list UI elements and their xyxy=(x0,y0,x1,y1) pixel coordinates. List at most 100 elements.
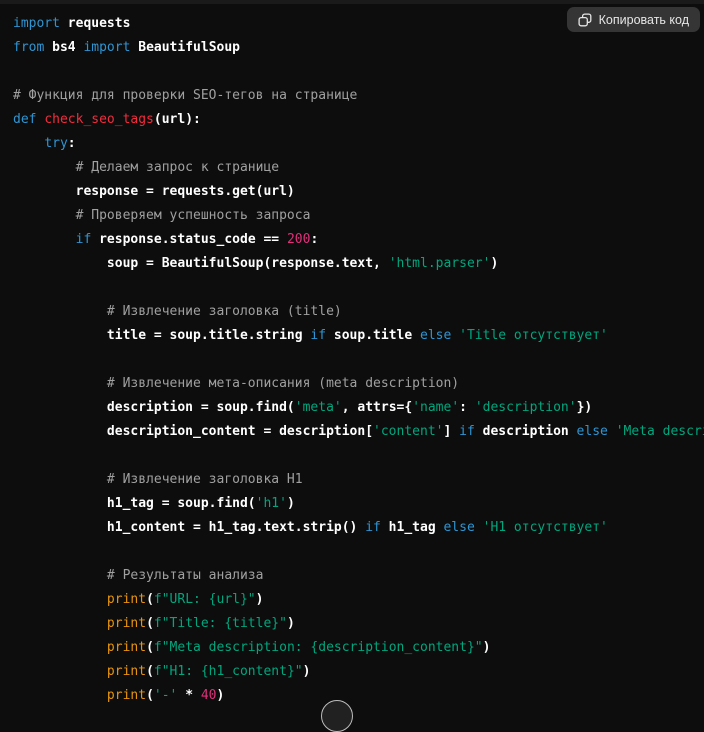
token-kw: if xyxy=(459,424,475,439)
token-pl xyxy=(475,520,483,535)
token-pl: * xyxy=(177,688,200,703)
token-pl: ) xyxy=(256,592,264,607)
token-bi: print xyxy=(107,664,146,679)
token-bi: print xyxy=(107,640,146,655)
code-line: # Извлечение мета-описания (meta descrip… xyxy=(13,372,704,396)
token-str: 'Meta description отсутствует' xyxy=(616,424,704,439)
copy-button-label: Копировать код xyxy=(599,13,689,27)
token-pl: : xyxy=(68,136,76,151)
code-line: # Функция для проверки SEO-тегов на стра… xyxy=(13,84,704,108)
token-str: 'meta' xyxy=(295,400,342,415)
token-cm: # Функция для проверки SEO-тегов на стра… xyxy=(13,88,357,103)
token-pl: ) xyxy=(490,256,498,271)
token-num: 200 xyxy=(287,232,310,247)
token-pl: description xyxy=(475,424,577,439)
scroll-down-button[interactable] xyxy=(321,700,353,732)
code-line: def check_seo_tags(url): xyxy=(13,108,704,132)
token-pl: h1_tag = soup.find( xyxy=(13,496,256,511)
token-pl: : xyxy=(310,232,318,247)
code-line: # Проверяем успешность запроса xyxy=(13,204,704,228)
token-pl: ( xyxy=(146,688,154,703)
token-str: 'html.parser' xyxy=(389,256,491,271)
code-line: try: xyxy=(13,132,704,156)
token-pl: : xyxy=(459,400,475,415)
token-kw: else xyxy=(443,520,474,535)
code-line: # Извлечение заголовка H1 xyxy=(13,468,704,492)
code-line: # Извлечение заголовка (title) xyxy=(13,300,704,324)
token-pl: (url): xyxy=(154,112,201,127)
token-pl: title = soup.title.string xyxy=(13,328,310,343)
token-pl: h1_tag xyxy=(381,520,444,535)
token-pl xyxy=(13,616,107,631)
token-cm: # Делаем запрос к странице xyxy=(13,160,279,175)
token-fn: check_seo_tags xyxy=(44,112,154,127)
code-line: print(f"Title: {title}") xyxy=(13,612,704,636)
code-line xyxy=(13,60,704,84)
token-pl: ( xyxy=(146,640,154,655)
token-pl: ) xyxy=(483,640,491,655)
token-str: 'H1 отсутствует' xyxy=(483,520,608,535)
code-line: print(f"URL: {url}") xyxy=(13,588,704,612)
token-pl: ) xyxy=(303,664,311,679)
code-line: title = soup.title.string if soup.title … xyxy=(13,324,704,348)
token-pl: ) xyxy=(217,688,225,703)
token-kw: try xyxy=(44,136,67,151)
code-line: print(f"Meta description: {description_c… xyxy=(13,636,704,660)
token-pl: ) xyxy=(287,616,295,631)
token-num: 40 xyxy=(201,688,217,703)
code-line xyxy=(13,348,704,372)
token-str: 'name' xyxy=(412,400,459,415)
token-str: f"Meta description: {description_content… xyxy=(154,640,483,655)
token-pl xyxy=(13,592,107,607)
code-line: soup = BeautifulSoup(response.text, 'htm… xyxy=(13,252,704,276)
token-pl: bs4 xyxy=(44,40,83,55)
token-pl xyxy=(13,664,107,679)
token-pl xyxy=(13,688,107,703)
token-pl: soup = BeautifulSoup(response.text, xyxy=(13,256,389,271)
token-pl: }) xyxy=(577,400,593,415)
token-kw: if xyxy=(310,328,326,343)
token-pl: response.status_code == xyxy=(91,232,287,247)
code-block: import requests from bs4 import Beautiful… xyxy=(13,12,704,704)
token-kw: else xyxy=(577,424,608,439)
token-kw: def xyxy=(13,112,36,127)
code-line: print('-' * 40) xyxy=(13,684,704,704)
code-line: # Результаты анализа xyxy=(13,564,704,588)
token-pl: soup.title xyxy=(326,328,420,343)
token-kw: if xyxy=(365,520,381,535)
token-str: '-' xyxy=(154,688,177,703)
token-pl: ( xyxy=(146,664,154,679)
token-bi: print xyxy=(107,688,146,703)
code-line xyxy=(13,444,704,468)
code-line: description_content = description['conte… xyxy=(13,420,704,444)
code-line: if response.status_code == 200: xyxy=(13,228,704,252)
token-cm: # Извлечение заголовка H1 xyxy=(13,472,303,487)
token-pl xyxy=(451,328,459,343)
token-str: 'description' xyxy=(475,400,577,415)
code-line: from bs4 import BeautifulSoup xyxy=(13,36,704,60)
token-pl: h1_content = h1_tag.text.strip() xyxy=(13,520,365,535)
token-pl: requests xyxy=(60,16,130,31)
token-kw: else xyxy=(420,328,451,343)
token-kw: import xyxy=(83,40,130,55)
token-cm: # Результаты анализа xyxy=(13,568,263,583)
token-pl: description = soup.find( xyxy=(13,400,295,415)
token-kw: import xyxy=(13,16,60,31)
token-cm: # Извлечение мета-описания (meta descrip… xyxy=(13,376,459,391)
code-line: print(f"H1: {h1_content}") xyxy=(13,660,704,684)
token-pl xyxy=(13,232,76,247)
token-str: f"H1: {h1_content}" xyxy=(154,664,303,679)
copy-code-button[interactable]: Копировать код xyxy=(567,7,700,32)
token-pl xyxy=(13,136,44,151)
token-str: 'content' xyxy=(373,424,443,439)
token-pl: ( xyxy=(146,592,154,607)
token-str: 'Title отсутствует' xyxy=(459,328,608,343)
code-line: h1_content = h1_tag.text.strip() if h1_t… xyxy=(13,516,704,540)
token-cm: # Проверяем успешность запроса xyxy=(13,208,310,223)
token-str: f"Title: {title}" xyxy=(154,616,287,631)
token-pl xyxy=(13,640,107,655)
token-str: 'h1' xyxy=(256,496,287,511)
code-line xyxy=(13,276,704,300)
token-str: f"URL: {url}" xyxy=(154,592,256,607)
token-pl: ] xyxy=(443,424,459,439)
